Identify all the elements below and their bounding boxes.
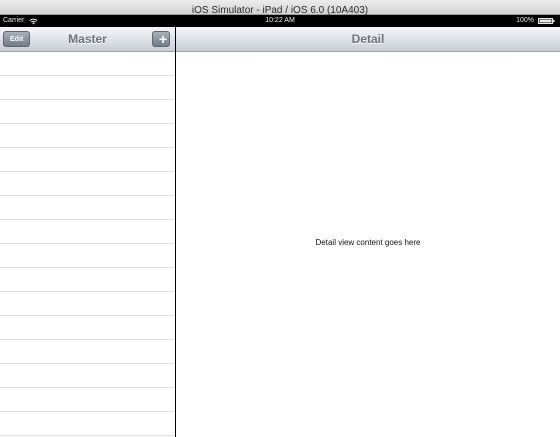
table-row[interactable] — [0, 364, 175, 388]
table-row[interactable] — [0, 148, 175, 172]
table-row[interactable] — [0, 244, 175, 268]
table-row[interactable] — [0, 268, 175, 292]
master-title: Master — [68, 32, 107, 46]
battery-percentage: 100% — [516, 17, 534, 24]
table-row[interactable] — [0, 316, 175, 340]
detail-title: Detail — [351, 32, 385, 46]
master-nav-bar: Edit Master + — [0, 27, 175, 52]
simulator-window: iOS Simulator - iPad / iOS 6.0 (10A403) … — [0, 0, 560, 437]
battery-icon — [538, 18, 555, 24]
table-row[interactable] — [0, 412, 175, 436]
table-row[interactable] — [0, 388, 175, 412]
table-row[interactable] — [0, 52, 175, 76]
table-row[interactable] — [0, 76, 175, 100]
table-row[interactable] — [0, 220, 175, 244]
status-bar: Carrier 10:22 AM 100% — [0, 15, 560, 27]
detail-nav-bar: Detail — [176, 27, 560, 52]
master-table-view[interactable] — [0, 52, 175, 437]
table-row[interactable] — [0, 340, 175, 364]
table-row[interactable] — [0, 196, 175, 220]
detail-content-label: Detail view content goes here — [315, 238, 421, 247]
table-row[interactable] — [0, 292, 175, 316]
add-button[interactable]: + — [152, 31, 170, 47]
table-row[interactable] — [0, 124, 175, 148]
table-row[interactable] — [0, 100, 175, 124]
window-title-bar[interactable]: iOS Simulator - iPad / iOS 6.0 (10A403) — [0, 0, 560, 16]
status-time: 10:22 AM — [265, 17, 295, 24]
table-row[interactable] — [0, 172, 175, 196]
detail-view: Detail view content goes here — [176, 52, 560, 437]
